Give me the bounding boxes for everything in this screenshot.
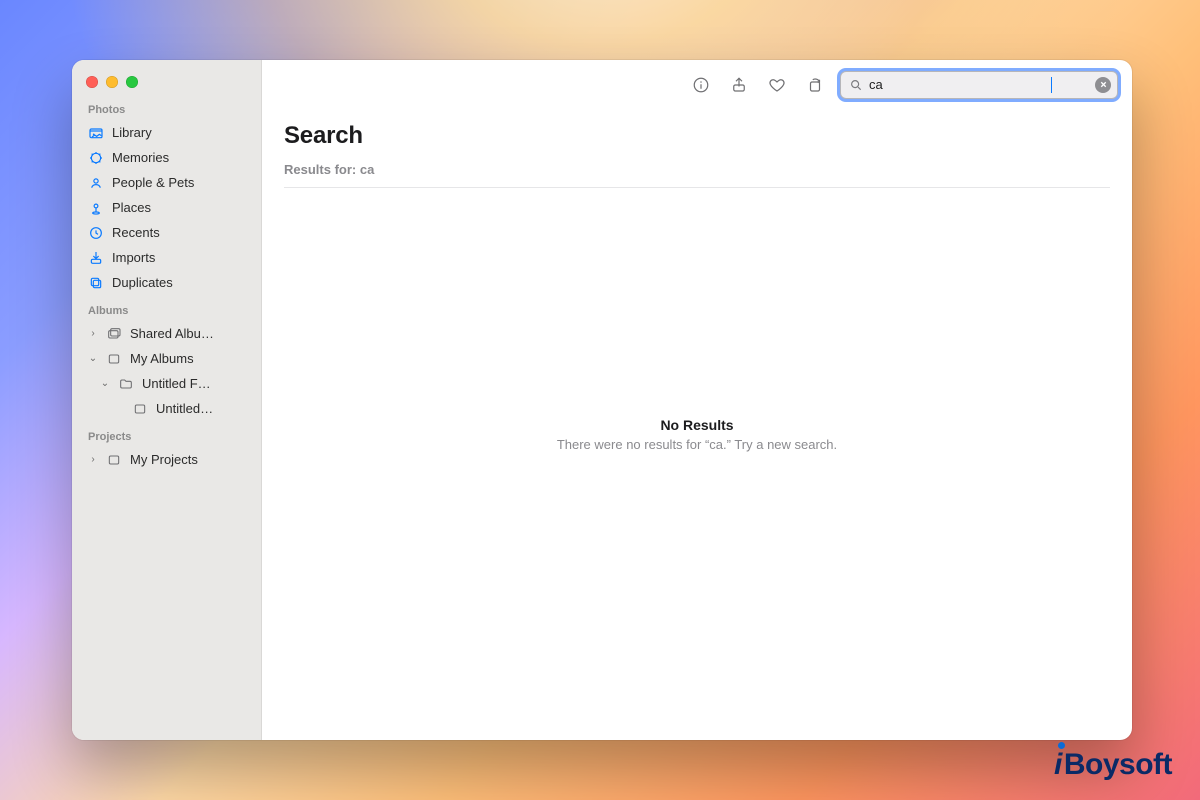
sidebar-item-label: Duplicates <box>112 275 173 290</box>
empty-subline: There were no results for “ca.” Try a ne… <box>557 437 837 452</box>
library-icon <box>88 125 104 141</box>
duplicates-icon <box>88 275 104 291</box>
info-button[interactable] <box>688 72 714 98</box>
sidebar-item-label: My Albums <box>130 351 194 366</box>
toolbar <box>262 60 1132 110</box>
window-controls <box>86 76 253 88</box>
main-pane: Search Results for: ca No Results There … <box>262 60 1132 740</box>
sidebar-section-albums-header: Albums <box>88 305 249 317</box>
sidebar-item-label: Memories <box>112 150 169 165</box>
sidebar-item-untitled-folder[interactable]: ⌄ Untitled F… <box>94 371 253 396</box>
sidebar-item-label: Places <box>112 200 151 215</box>
sidebar-item-duplicates[interactable]: Duplicates <box>82 270 253 295</box>
photos-window: Photos Library Memories People & Pets Pl… <box>72 60 1132 740</box>
sidebar-item-my-projects[interactable]: › My Projects <box>82 447 253 472</box>
search-input[interactable] <box>869 77 1045 92</box>
watermark-logo: i <box>1054 748 1064 782</box>
close-window-button[interactable] <box>86 76 98 88</box>
sidebar: Photos Library Memories People & Pets Pl… <box>72 60 262 740</box>
sidebar-item-label: Untitled… <box>156 401 213 416</box>
sidebar-item-label: Shared Albu… <box>130 326 214 341</box>
content-area: Search Results for: ca No Results There … <box>262 110 1132 740</box>
sidebar-item-label: My Projects <box>130 452 198 467</box>
watermark-text: Boysoft <box>1064 748 1172 782</box>
minimize-window-button[interactable] <box>106 76 118 88</box>
album-icon <box>132 401 148 417</box>
empty-headline: No Results <box>660 417 733 433</box>
people-icon <box>88 175 104 191</box>
desktop-background: Photos Library Memories People & Pets Pl… <box>0 0 1200 800</box>
sidebar-section-projects-header: Projects <box>88 431 249 443</box>
recents-icon <box>88 225 104 241</box>
sidebar-item-label: Imports <box>112 250 155 265</box>
share-button[interactable] <box>726 72 752 98</box>
shared-albums-icon <box>106 326 122 342</box>
sidebar-item-label: Library <box>112 125 152 140</box>
sidebar-item-library[interactable]: Library <box>82 120 253 145</box>
clear-search-button[interactable] <box>1095 77 1111 93</box>
sidebar-section-photos-header: Photos <box>88 104 249 116</box>
project-icon <box>106 452 122 468</box>
sidebar-item-label: People & Pets <box>112 175 194 190</box>
memories-icon <box>88 150 104 166</box>
sidebar-item-people-pets[interactable]: People & Pets <box>82 170 253 195</box>
rotate-button[interactable] <box>802 72 828 98</box>
chevron-right-icon[interactable]: › <box>88 454 98 465</box>
sidebar-item-places[interactable]: Places <box>82 195 253 220</box>
watermark: iBoysoft <box>1054 748 1172 782</box>
chevron-right-icon[interactable]: › <box>88 328 98 339</box>
album-icon <box>106 351 122 367</box>
search-field[interactable] <box>840 71 1118 99</box>
empty-state: No Results There were no results for “ca… <box>284 128 1110 740</box>
sidebar-item-my-albums[interactable]: ⌄ My Albums <box>82 346 253 371</box>
chevron-down-icon[interactable]: ⌄ <box>88 353 98 364</box>
sidebar-item-memories[interactable]: Memories <box>82 145 253 170</box>
sidebar-item-untitled-album[interactable]: Untitled… <box>108 396 253 421</box>
favorite-button[interactable] <box>764 72 790 98</box>
places-icon <box>88 200 104 216</box>
text-caret <box>1051 77 1052 93</box>
folder-icon <box>118 376 134 392</box>
imports-icon <box>88 250 104 266</box>
sidebar-item-shared-albums[interactable]: › Shared Albu… <box>82 321 253 346</box>
sidebar-item-recents[interactable]: Recents <box>82 220 253 245</box>
sidebar-item-label: Untitled F… <box>142 376 211 391</box>
search-icon <box>849 78 863 92</box>
fullscreen-window-button[interactable] <box>126 76 138 88</box>
sidebar-item-label: Recents <box>112 225 160 240</box>
chevron-down-icon[interactable]: ⌄ <box>100 378 110 389</box>
sidebar-item-imports[interactable]: Imports <box>82 245 253 270</box>
